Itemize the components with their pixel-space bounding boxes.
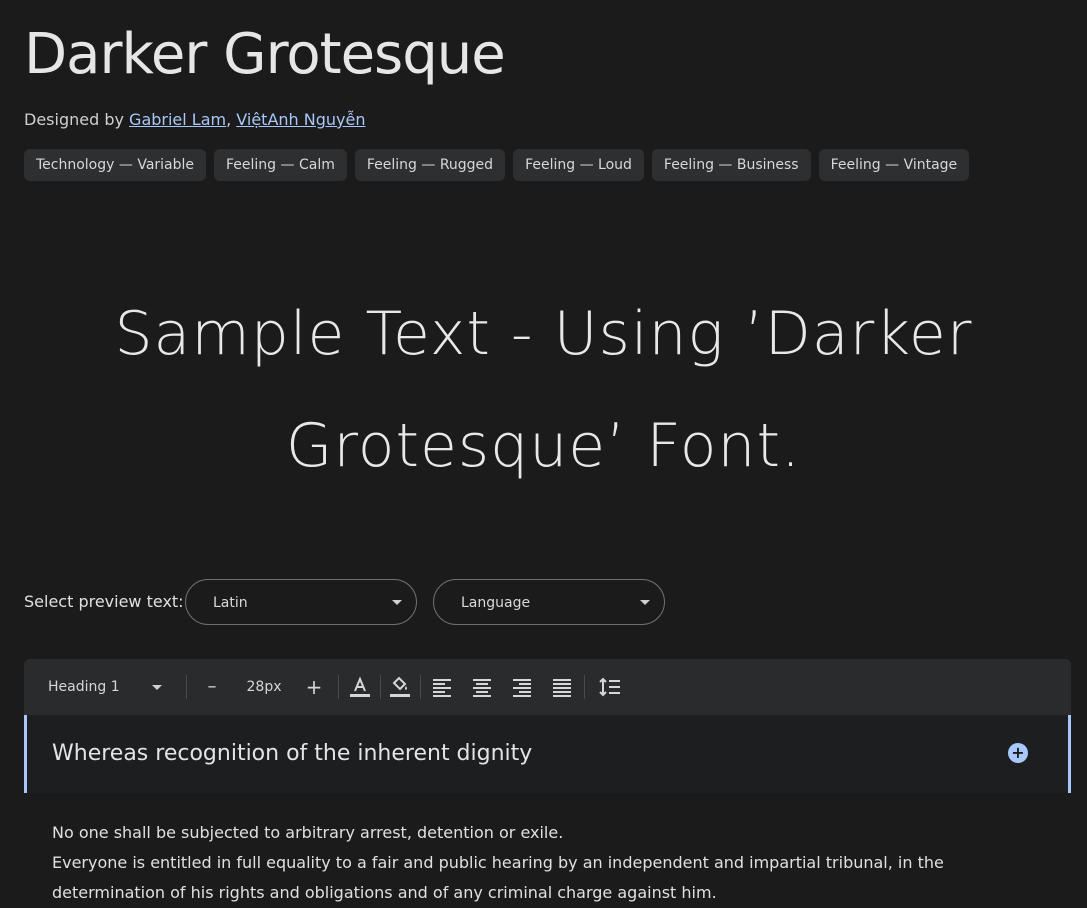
sample-text-line-2: Grotesque’ Font.	[285, 411, 802, 481]
toolbar-divider	[420, 675, 421, 699]
toolbar-divider	[380, 675, 381, 699]
align-right-icon	[513, 679, 531, 697]
chevron-down-icon	[152, 685, 162, 690]
sample-text: Sample Text - Using ’Darker Grotesque’ F…	[60, 278, 1027, 502]
text-style-select[interactable]: Heading 1	[48, 659, 188, 715]
editor-paragraph[interactable]: No one shall be subjected to arbitrary a…	[52, 818, 952, 908]
chevron-down-icon	[640, 600, 650, 605]
decrease-size-button[interactable]: –	[202, 659, 222, 715]
toolbar-divider	[584, 675, 585, 699]
tag-feeling-vintage[interactable]: Feeling — Vintage	[818, 149, 970, 181]
paragraph-line: determination of his rights and obligati…	[52, 883, 717, 902]
designer-link-vietanh-nguyen[interactable]: ViệtAnh Nguyễn	[236, 110, 365, 129]
tag-feeling-business[interactable]: Feeling — Business	[651, 149, 811, 181]
toolbar-divider	[338, 675, 339, 699]
align-left-button[interactable]	[430, 659, 454, 715]
line-height-button[interactable]	[598, 659, 622, 715]
designed-by-label: Designed by	[24, 110, 124, 129]
tag-list: Technology — Variable Feeling — Calm Fee…	[24, 149, 970, 181]
preview-text-label: Select preview text:	[24, 592, 184, 611]
align-justify-icon	[553, 679, 571, 697]
align-center-icon	[473, 679, 491, 697]
paragraph-line: Everyone is entitled in full equality to…	[52, 853, 944, 872]
tag-feeling-calm[interactable]: Feeling — Calm	[214, 149, 347, 181]
editor-toolbar: Heading 1 – 28px +	[24, 659, 1071, 715]
language-select-value: Language	[461, 595, 531, 611]
editor-heading-block[interactable]: Whereas recognition of the inherent dign…	[24, 715, 1071, 793]
designer-link-gabriel-lam[interactable]: Gabriel Lam	[129, 110, 226, 129]
font-size-value[interactable]: 28px	[236, 659, 292, 715]
tag-technology-variable[interactable]: Technology — Variable	[24, 149, 207, 181]
paint-bucket-icon	[390, 676, 410, 697]
sample-text-line-1: Sample Text - Using ’Darker	[114, 299, 973, 369]
toolbar-divider	[186, 675, 187, 699]
tag-feeling-loud[interactable]: Feeling — Loud	[513, 149, 644, 181]
text-style-value: Heading 1	[48, 679, 120, 695]
language-select[interactable]: Language	[433, 579, 665, 625]
text-color-button[interactable]	[348, 659, 372, 715]
paragraph-line: No one shall be subjected to arbitrary a…	[52, 823, 564, 842]
script-select[interactable]: Latin	[185, 579, 417, 625]
editor-heading-text[interactable]: Whereas recognition of the inherent dign…	[52, 741, 532, 766]
align-center-button[interactable]	[470, 659, 494, 715]
increase-size-button[interactable]: +	[304, 659, 324, 715]
font-title: Darker Grotesque	[24, 22, 506, 87]
line-spacing-icon	[599, 677, 620, 697]
align-justify-button[interactable]	[550, 659, 574, 715]
align-right-button[interactable]	[510, 659, 534, 715]
script-select-value: Latin	[213, 595, 248, 611]
highlight-color-button[interactable]	[388, 659, 412, 715]
designer-credits: Designed by Gabriel Lam, ViệtAnh Nguyễn	[24, 110, 366, 129]
align-left-icon	[433, 679, 451, 697]
text-color-icon	[350, 676, 370, 697]
add-block-icon[interactable]: +	[1008, 743, 1028, 763]
chevron-down-icon	[392, 600, 402, 605]
tag-feeling-rugged[interactable]: Feeling — Rugged	[354, 149, 506, 181]
